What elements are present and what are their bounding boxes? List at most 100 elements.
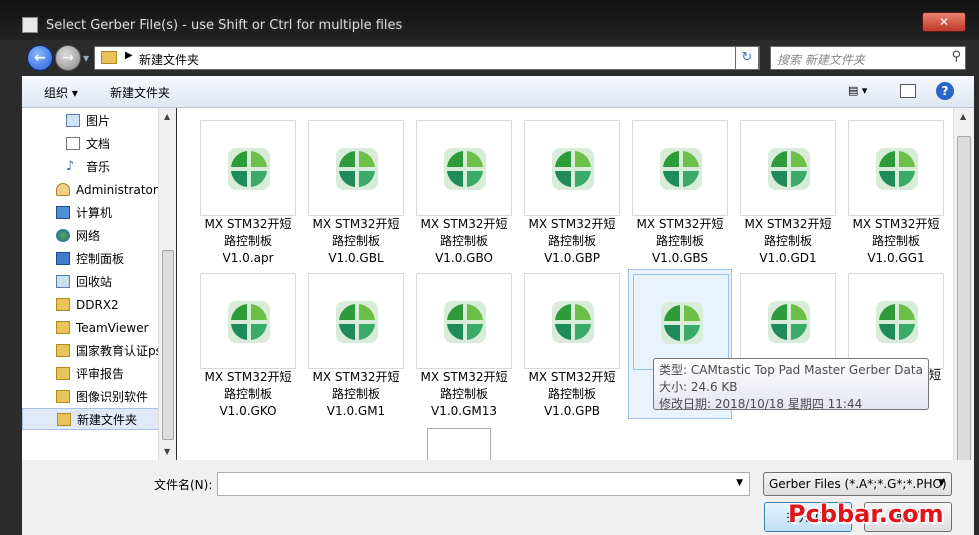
search-placeholder: 搜索 新建文件夹 — [777, 53, 865, 67]
file-name-line3: V1.0.GBP — [544, 251, 600, 265]
file-thumbnail — [632, 120, 728, 216]
sidebar-item-ddrx2[interactable]: DDRX2 — [22, 294, 162, 316]
chevron-down-icon[interactable]: ▼ — [938, 478, 945, 488]
file-thumbnail — [524, 273, 620, 369]
scrollbar-thumb[interactable] — [957, 136, 971, 462]
tooltip-modified: 修改日期: 2018/10/18 星期四 11:44 — [659, 397, 863, 411]
content-scrollbar[interactable]: ▲ — [953, 108, 974, 462]
scroll-down-icon[interactable]: ▼ — [164, 447, 170, 456]
filename-label: 文件名(N): — [154, 478, 213, 492]
file-item[interactable]: MX STM32开短 路控制板 V1.0.apr — [196, 116, 300, 266]
navigation-scrollbar[interactable]: ▲ ▼ — [158, 108, 176, 460]
blank-document-icon[interactable] — [427, 428, 491, 460]
file-name: MX STM32开短 路控制板 V1.0.GD1 — [736, 216, 840, 267]
file-item[interactable]: MX STM32开短 路控制板 V1.0.GBS — [628, 116, 732, 266]
gerber-file-icon — [443, 147, 487, 191]
scrollbar-thumb[interactable] — [162, 250, 174, 440]
breadcrumb[interactable]: 新建文件夹 — [139, 51, 199, 68]
sidebar-item-image-recognition[interactable]: 图像识别软件 — [22, 386, 162, 408]
sidebar-item-music[interactable]: ♪ 音乐 — [22, 156, 162, 178]
gerber-file-icon — [767, 147, 811, 191]
file-type-label: Gerber Files (*.A*;*.G*;*.PHO) — [769, 477, 947, 491]
documents-icon — [66, 137, 80, 150]
site-watermark: Pcbbar.com — [788, 500, 944, 528]
refresh-icon[interactable]: ↻ — [735, 46, 759, 70]
sidebar-item-teamviewer[interactable]: TeamViewer — [22, 317, 162, 339]
window-title: Select Gerber File(s) - use Shift or Ctr… — [46, 18, 403, 33]
navigation-bar: ← → ▼ ▶ 新建文件夹 ▼ ↻ 搜索 新建文件夹 ⚲ — [22, 40, 974, 76]
sidebar-item-new-folder[interactable]: 新建文件夹 — [22, 408, 162, 430]
file-name-line3: V1.0.GG1 — [867, 251, 925, 265]
sidebar-item-review-report[interactable]: 评审报告 — [22, 363, 162, 385]
sidebar-item-recycle-bin[interactable]: 回收站 — [22, 271, 162, 293]
file-item[interactable]: MX STM32开短 路控制板 V1.0.GM13 — [412, 269, 516, 419]
scroll-up-icon[interactable]: ▲ — [960, 112, 966, 121]
title-bar: Select Gerber File(s) - use Shift or Ctr… — [0, 0, 979, 40]
pictures-icon — [66, 114, 80, 127]
scroll-up-icon[interactable]: ▲ — [164, 112, 170, 121]
file-name: MX STM32开短 路控制板 V1.0.GBP — [520, 216, 624, 267]
file-name-line1: MX STM32开短 — [528, 217, 616, 231]
gerber-file-icon — [335, 300, 379, 344]
close-button[interactable]: ✕ — [922, 12, 966, 32]
filename-field[interactable]: ▼ — [217, 472, 750, 496]
file-name-line2: 路控制板 — [223, 387, 272, 401]
forward-arrow-icon[interactable]: → — [55, 45, 81, 71]
file-item[interactable]: MX STM32开短 路控制板 V1.0.GKO — [196, 269, 300, 419]
preview-pane-icon[interactable] — [900, 84, 916, 98]
file-name-line1: MX STM32开短 — [312, 370, 400, 384]
organize-button[interactable]: 组织 ▾ — [44, 84, 78, 101]
file-thumbnail — [740, 120, 836, 216]
file-thumbnail — [416, 273, 512, 369]
folder-icon — [56, 298, 70, 311]
search-input[interactable]: 搜索 新建文件夹 ⚲ — [770, 46, 966, 70]
breadcrumb-arrow-icon[interactable]: ▶ — [125, 50, 133, 61]
folder-icon — [101, 51, 117, 64]
sidebar-item-pictures[interactable]: 图片 — [22, 110, 162, 132]
history-dropdown-icon[interactable]: ▼ — [83, 54, 89, 63]
file-name-line3: V1.0.GPB — [544, 404, 600, 418]
folder-icon — [56, 367, 70, 380]
folder-icon — [56, 390, 70, 403]
file-thumbnail — [200, 120, 296, 216]
address-bar[interactable]: ▶ 新建文件夹 ▼ — [94, 46, 760, 70]
file-item[interactable]: MX STM32开短 路控制板 V1.0.GM1 — [304, 269, 408, 419]
sidebar-item-documents[interactable]: 文档 — [22, 133, 162, 155]
gerber-file-icon — [227, 300, 271, 344]
sidebar-item-administrator[interactable]: Administrator — [22, 179, 162, 201]
chevron-down-icon[interactable]: ▼ — [736, 478, 743, 488]
file-name-line3: V1.0.GM13 — [430, 404, 498, 418]
sidebar-item-control-panel[interactable]: 控制面板 — [22, 248, 162, 270]
file-thumbnail — [740, 273, 836, 369]
navigation-pane: 图片 文档 ♪ 音乐 Administrator 计算机 网络 控制面板 回收站 — [22, 108, 176, 460]
file-name-line1: MX STM32开短 — [204, 217, 292, 231]
gerber-file-icon — [551, 300, 595, 344]
file-type-select[interactable]: Gerber Files (*.A*;*.G*;*.PHO) ▼ — [763, 472, 952, 496]
file-item[interactable]: MX STM32开短 路控制板 V1.0.GG1 — [844, 116, 948, 266]
file-item[interactable]: MX STM32开短 路控制板 V1.0.GPB — [520, 269, 624, 419]
folder-icon — [57, 413, 71, 426]
view-options-icon[interactable]: ▤ ▾ — [848, 84, 878, 100]
file-item[interactable]: MX STM32开短 路控制板 V1.0.GBO — [412, 116, 516, 266]
file-thumbnail — [308, 120, 404, 216]
file-item[interactable]: MX STM32开短 路控制板 V1.0.GD1 — [736, 116, 840, 266]
back-arrow-icon[interactable]: ← — [27, 45, 53, 71]
sidebar-item-computer[interactable]: 计算机 — [22, 202, 162, 224]
file-name-line1: MX STM32开短 — [852, 217, 940, 231]
help-icon[interactable]: ? — [936, 82, 954, 100]
file-name: MX STM32开短 路控制板 V1.0.GG1 — [844, 216, 948, 267]
document-page — [427, 428, 491, 460]
search-icon[interactable]: ⚲ — [951, 49, 961, 64]
file-name-line1: MX STM32开短 — [420, 217, 508, 231]
file-name-line2: 路控制板 — [655, 234, 704, 248]
command-toolbar: 组织 ▾ 新建文件夹 ▤ ▾ ? — [22, 76, 974, 108]
new-folder-button[interactable]: 新建文件夹 — [110, 84, 170, 101]
sidebar-item-education-cert[interactable]: 国家教育认证psc — [22, 340, 162, 362]
file-item[interactable]: MX STM32开短 路控制板 V1.0.GBL — [304, 116, 408, 266]
control-panel-icon — [56, 252, 70, 265]
gerber-file-icon — [227, 147, 271, 191]
sidebar-item-network[interactable]: 网络 — [22, 225, 162, 247]
file-name-line2: 路控制板 — [547, 234, 596, 248]
file-name-line3: V1.0.GBS — [651, 251, 709, 265]
file-item[interactable]: MX STM32开短 路控制板 V1.0.GBP — [520, 116, 624, 266]
